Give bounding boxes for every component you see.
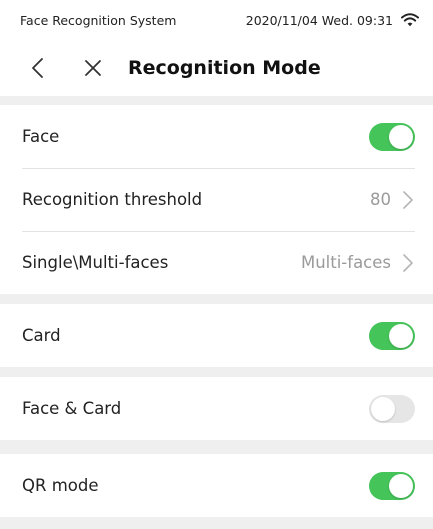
- setting-label-card: Card: [22, 326, 61, 345]
- toggle-knob: [371, 396, 395, 421]
- close-icon: [85, 60, 101, 76]
- face-toggle[interactable]: [369, 122, 415, 151]
- setting-label-faces-mode: Single\Multi-faces: [22, 253, 169, 272]
- app-name: Face Recognition System: [20, 12, 177, 28]
- setting-label-face-card: Face & Card: [22, 399, 122, 418]
- setting-label-face: Face: [22, 127, 60, 146]
- toggle-knob: [389, 323, 413, 348]
- status-datetime: 2020/11/04 Wed. 09:31: [245, 12, 393, 28]
- wifi-icon: [401, 13, 419, 27]
- status-bar: Face Recognition System 2020/11/04 Wed. …: [0, 0, 433, 40]
- setting-row-qr: QR mode: [0, 454, 433, 517]
- setting-row-card: Card: [0, 304, 433, 367]
- faces-mode-value: Multi-faces: [300, 253, 391, 272]
- nav-bar: Recognition Mode: [0, 40, 433, 96]
- page-title: Recognition Mode: [128, 57, 321, 79]
- setting-row-face-card: Face & Card: [0, 377, 433, 440]
- chevron-right-icon: [403, 253, 413, 272]
- setting-row-face: Face: [0, 105, 433, 168]
- chevron-right-icon: [403, 190, 413, 209]
- close-button[interactable]: [76, 51, 110, 85]
- toggle-knob: [389, 473, 413, 498]
- settings-group-qr: QR mode: [0, 454, 433, 517]
- face-card-toggle[interactable]: [369, 394, 415, 423]
- settings-group-card: Card: [0, 304, 433, 367]
- card-toggle[interactable]: [369, 321, 415, 350]
- toggle-knob: [389, 124, 413, 149]
- chevron-left-icon: [32, 58, 43, 78]
- back-button[interactable]: [20, 51, 54, 85]
- settings-group-face-card: Face & Card: [0, 377, 433, 440]
- setting-row-faces-mode[interactable]: Single\Multi-faces Multi-faces: [0, 231, 433, 294]
- setting-label-threshold: Recognition threshold: [22, 190, 203, 209]
- threshold-value: 80: [370, 190, 391, 209]
- settings-group-face: Face Recognition threshold 80 Single\Mul…: [0, 105, 433, 294]
- setting-label-qr: QR mode: [22, 476, 99, 495]
- setting-row-threshold[interactable]: Recognition threshold 80: [0, 168, 433, 231]
- qr-toggle[interactable]: [369, 471, 415, 500]
